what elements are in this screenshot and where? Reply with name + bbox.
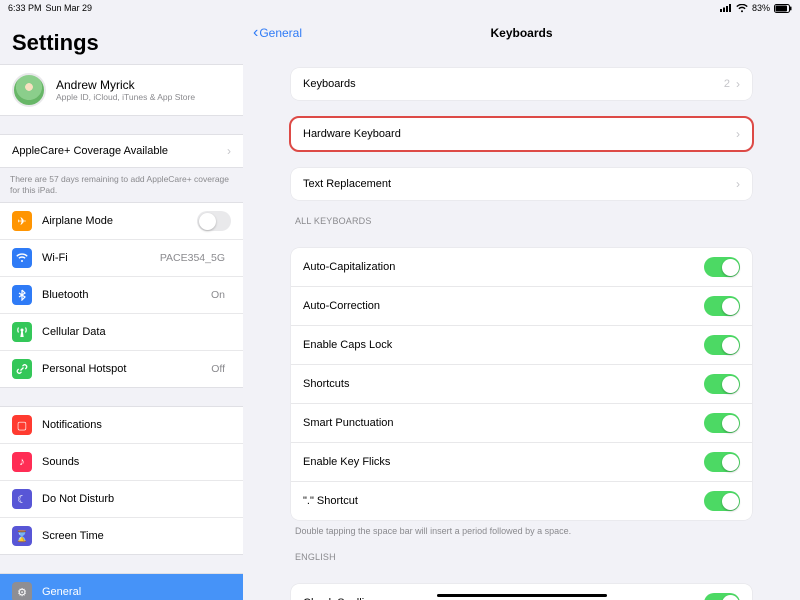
wifi-icon — [12, 248, 32, 268]
toggle-switch[interactable] — [704, 374, 740, 394]
row-label: Auto-Correction — [303, 300, 704, 312]
sidebar-item-label: Wi-Fi — [42, 252, 160, 264]
♪-icon: ♪ — [12, 452, 32, 472]
battery-percent: 83% — [752, 3, 770, 13]
toggle-switch[interactable] — [704, 296, 740, 316]
page-title: Keyboards — [490, 26, 552, 40]
chevron-right-icon: › — [736, 127, 740, 141]
sidebar-item-label: Notifications — [42, 419, 231, 431]
airplane-toggle[interactable] — [197, 211, 231, 231]
chevron-left-icon: ‹ — [253, 24, 258, 42]
sidebar-item-notifications[interactable]: ▢ Notifications — [0, 407, 243, 443]
chevron-right-icon: › — [736, 177, 740, 191]
sidebar-item-value: On — [211, 289, 225, 301]
english-header: ENGLISH — [291, 536, 752, 566]
sidebar-item-airplane-mode[interactable]: ✈ Airplane Mode — [0, 203, 243, 239]
sidebar-item-label: Bluetooth — [42, 289, 211, 301]
sidebar-item-bluetooth[interactable]: BluetoothOn — [0, 276, 243, 313]
applecare-note: There are 57 days remaining to add Apple… — [0, 168, 243, 202]
status-time: 6:33 PM — [8, 3, 42, 13]
row-label: "." Shortcut — [303, 495, 704, 507]
sidebar-item-label: Screen Time — [42, 530, 231, 542]
row-label: Keyboards — [303, 78, 724, 90]
row-label: Text Replacement — [303, 178, 736, 190]
toggle-switch[interactable] — [704, 335, 740, 355]
row-auto-correction: Auto-Correction — [291, 286, 752, 325]
row-keyboards[interactable]: Keyboards2 › — [291, 68, 752, 100]
bt-icon — [12, 285, 32, 305]
wifi-icon — [736, 4, 748, 13]
status-bar: 6:33 PM Sun Mar 29 83% — [0, 0, 800, 16]
status-date: Sun Mar 29 — [46, 3, 93, 13]
settings-title: Settings — [0, 16, 243, 64]
sidebar-item-label: Sounds — [42, 456, 231, 468]
row-value: 2 — [724, 78, 730, 90]
sidebar-item-sounds[interactable]: ♪ Sounds — [0, 443, 243, 480]
row--shortcut: "." Shortcut — [291, 481, 752, 520]
toggle-switch[interactable] — [704, 452, 740, 472]
link-icon — [12, 359, 32, 379]
toggle-switch[interactable] — [704, 257, 740, 277]
row-shortcuts: Shortcuts — [291, 364, 752, 403]
⌛-icon: ⌛ — [12, 526, 32, 546]
navbar: ‹ General Keyboards — [243, 16, 800, 50]
settings-sidebar: Settings Andrew Myrick Apple ID, iCloud,… — [0, 16, 243, 600]
battery-icon — [774, 4, 792, 13]
row-enable-caps-lock: Enable Caps Lock — [291, 325, 752, 364]
back-label: General — [259, 26, 302, 40]
✈-icon: ✈ — [12, 211, 32, 231]
hardware-keyboard-highlight: Hardware Keyboard› — [291, 118, 752, 150]
row-label: Enable Caps Lock — [303, 339, 704, 351]
chevron-right-icon: › — [227, 144, 231, 158]
sidebar-item-do-not-disturb[interactable]: ☾ Do Not Disturb — [0, 480, 243, 517]
back-button[interactable]: ‹ General — [253, 24, 302, 42]
sidebar-item-label: Personal Hotspot — [42, 363, 211, 375]
row-hardware-keyboard[interactable]: Hardware Keyboard› — [291, 118, 752, 150]
row-enable-key-flicks: Enable Key Flicks — [291, 442, 752, 481]
toggle-switch[interactable] — [704, 491, 740, 511]
ant-icon — [12, 322, 32, 342]
sidebar-item-label: Cellular Data — [42, 326, 231, 338]
row-text-replacement[interactable]: Text Replacement› — [291, 168, 752, 200]
row-label: Enable Key Flicks — [303, 456, 704, 468]
▢-icon: ▢ — [12, 415, 32, 435]
toggle-switch[interactable] — [704, 413, 740, 433]
profile-name: Andrew Myrick — [56, 78, 195, 92]
all-keyboards-footer: Double tapping the space bar will insert… — [291, 520, 752, 536]
toggle-switch[interactable] — [704, 593, 740, 600]
home-indicator[interactable] — [437, 594, 607, 597]
⚙-icon: ⚙ — [12, 582, 32, 600]
row-label: Hardware Keyboard — [303, 128, 736, 140]
row-smart-punctuation: Smart Punctuation — [291, 403, 752, 442]
row-label: Smart Punctuation — [303, 417, 704, 429]
row-label: Shortcuts — [303, 378, 704, 390]
sidebar-item-value: Off — [211, 363, 225, 375]
chevron-right-icon: › — [736, 77, 740, 91]
sidebar-item-label: Do Not Disturb — [42, 493, 231, 505]
sidebar-item-screen-time[interactable]: ⌛ Screen Time — [0, 517, 243, 554]
row-check-spelling: Check Spelling — [291, 584, 752, 600]
avatar — [12, 73, 46, 107]
applecare-row[interactable]: AppleCare+ Coverage Available › — [0, 135, 243, 167]
applecare-label: AppleCare+ Coverage Available — [12, 145, 227, 157]
sidebar-item-value: PACE354_5G — [160, 252, 225, 264]
sidebar-item-label: General — [42, 586, 231, 598]
sidebar-item-label: Airplane Mode — [42, 215, 197, 227]
profile-subtitle: Apple ID, iCloud, iTunes & App Store — [56, 92, 195, 102]
sidebar-item-general[interactable]: ⚙ General — [0, 574, 243, 600]
sidebar-item-personal-hotspot[interactable]: Personal HotspotOff — [0, 350, 243, 387]
☾-icon: ☾ — [12, 489, 32, 509]
all-keyboards-header: ALL KEYBOARDS — [291, 200, 752, 230]
row-auto-capitalization: Auto-Capitalization — [291, 248, 752, 286]
profile-card[interactable]: Andrew Myrick Apple ID, iCloud, iTunes &… — [0, 64, 243, 116]
row-label: Auto-Capitalization — [303, 261, 704, 273]
sidebar-item-wi-fi[interactable]: Wi-FiPACE354_5G — [0, 239, 243, 276]
cellular-icon — [720, 4, 732, 12]
content-pane: ‹ General Keyboards Keyboards2› Hardware… — [243, 16, 800, 600]
sidebar-item-cellular-data[interactable]: Cellular Data — [0, 313, 243, 350]
